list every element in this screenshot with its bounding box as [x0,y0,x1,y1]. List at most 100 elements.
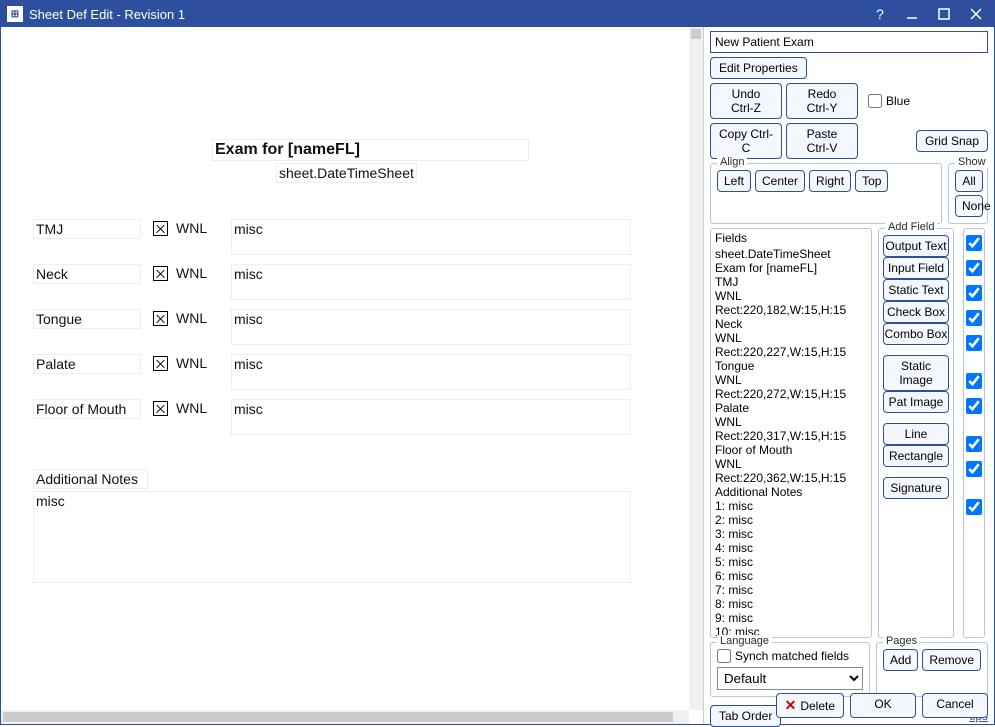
row-misc[interactable]: misc [231,264,631,300]
show-line-checkbox[interactable] [966,436,982,452]
copy-button[interactable]: Copy Ctrl-C [710,123,782,159]
vertical-scrollbar[interactable] [689,27,703,710]
show-output-text-checkbox[interactable] [966,235,982,251]
add-line-button[interactable]: Line [883,423,949,445]
show-pat-image-checkbox[interactable] [966,398,982,414]
fields-list-item[interactable]: WNL [715,373,867,387]
horizontal-scrollbar[interactable] [1,710,689,724]
fields-list-item[interactable]: WNL [715,457,867,471]
fields-list-item[interactable]: sheet.DateTimeSheet [715,247,867,261]
row-wnl[interactable]: WNL [174,399,209,417]
show-none-button[interactable]: None [955,195,983,217]
show-static-image-checkbox[interactable] [966,373,982,389]
row-checkbox[interactable] [153,401,168,416]
row-checkbox[interactable] [153,266,168,281]
row-label[interactable]: Tongue [33,309,141,329]
show-input-field-checkbox[interactable] [966,260,982,276]
add-signature-button[interactable]: Signature [883,477,949,499]
show-all-button[interactable]: All [955,170,983,192]
align-top-button[interactable]: Top [855,170,888,192]
show-signature-checkbox[interactable] [966,499,982,515]
fields-list-item[interactable]: 5: misc [715,555,867,569]
fields-list-item[interactable]: 4: misc [715,541,867,555]
delete-button[interactable]: ✕ Delete [776,693,844,718]
minimize-icon[interactable] [898,3,926,25]
add-pat-image-button[interactable]: Pat Image [883,391,949,413]
fields-list-item[interactable]: Rect:220,317,W:15,H:15 [715,429,867,443]
language-select[interactable]: Default [717,667,863,690]
fields-list-item[interactable]: Rect:220,182,W:15,H:15 [715,303,867,317]
fields-list-item[interactable]: Tongue [715,359,867,373]
fields-list-item[interactable]: TMJ [715,275,867,289]
add-input-field-button[interactable]: Input Field [883,257,949,279]
sync-fields-checkbox[interactable] [717,649,731,663]
row-checkbox[interactable] [153,311,168,326]
show-rectangle-checkbox[interactable] [966,461,982,477]
show-static-text-checkbox[interactable] [966,285,982,301]
add-static-image-button[interactable]: Static Image [883,355,949,391]
sheet-datetime[interactable]: sheet.DateTimeSheet [276,163,417,183]
row-label[interactable]: Neck [33,264,141,284]
notes-value[interactable]: misc [33,491,631,583]
fields-list-item[interactable]: 9: misc [715,611,867,625]
sheet-canvas[interactable]: Exam for [nameFL] sheet.DateTimeSheet TM… [7,31,689,710]
fields-list-item[interactable]: 2: misc [715,513,867,527]
fields-list-item[interactable]: 8: misc [715,597,867,611]
row-label[interactable]: Palate [33,354,141,374]
edit-properties-button[interactable]: Edit Properties [710,57,807,79]
row-checkbox[interactable] [153,356,168,371]
fields-list-item[interactable]: WNL [715,331,867,345]
align-center-button[interactable]: Center [755,170,805,192]
add-rectangle-button[interactable]: Rectangle [883,445,949,467]
fields-list-item[interactable]: 1: misc [715,499,867,513]
cancel-button[interactable]: Cancel [922,693,988,718]
fields-list-item[interactable]: Rect:220,272,W:15,H:15 [715,387,867,401]
blue-checkbox[interactable] [868,94,882,108]
add-combo-box-button[interactable]: Combo Box [883,323,949,345]
sheet-name-input[interactable]: New Patient Exam [710,31,988,53]
row-label[interactable]: TMJ [33,219,141,239]
fields-listbox[interactable]: Fields sheet.DateTimeSheetExam for [name… [710,228,872,638]
ok-button[interactable]: OK [850,693,916,718]
notes-label[interactable]: Additional Notes [33,469,148,489]
sheet-header[interactable]: Exam for [nameFL] [212,139,529,161]
align-right-button[interactable]: Right [809,170,851,192]
row-wnl[interactable]: WNL [174,309,209,327]
fields-list-item[interactable]: 6: misc [715,569,867,583]
fields-list-item[interactable]: Palate [715,401,867,415]
help-icon[interactable]: ? [866,3,894,25]
show-combo-box-checkbox[interactable] [966,335,982,351]
row-wnl[interactable]: WNL [174,219,209,237]
fields-list-item[interactable]: Floor of Mouth [715,443,867,457]
fields-list-item[interactable]: WNL [715,289,867,303]
paste-button[interactable]: Paste Ctrl-V [786,123,858,159]
row-wnl[interactable]: WNL [174,264,209,282]
row-checkbox[interactable] [153,221,168,236]
row-misc[interactable]: misc [231,219,631,255]
add-static-text-button[interactable]: Static Text [883,279,949,301]
row-misc[interactable]: misc [231,309,631,345]
redo-button[interactable]: Redo Ctrl-Y [786,83,858,119]
grid-snap-button[interactable]: Grid Snap [916,130,988,152]
fields-list-item[interactable]: Additional Notes [715,485,867,499]
row-misc[interactable]: misc [231,399,631,435]
row-label[interactable]: Floor of Mouth [33,399,141,419]
row-misc[interactable]: misc [231,354,631,390]
add-check-box-button[interactable]: Check Box [883,301,949,323]
show-check-box-checkbox[interactable] [966,310,982,326]
pages-add-button[interactable]: Add [883,649,918,671]
fields-list-item[interactable]: Rect:220,362,W:15,H:15 [715,471,867,485]
fields-list-item[interactable]: Neck [715,317,867,331]
row-wnl[interactable]: WNL [174,354,209,372]
fields-list-item[interactable]: 3: misc [715,527,867,541]
fields-list-item[interactable]: Rect:220,227,W:15,H:15 [715,345,867,359]
undo-button[interactable]: Undo Ctrl-Z [710,83,782,119]
fields-list-item[interactable]: 7: misc [715,583,867,597]
maximize-icon[interactable] [930,3,958,25]
add-output-text-button[interactable]: Output Text [883,235,949,257]
close-icon[interactable] [962,3,990,25]
fields-list-item[interactable]: Exam for [nameFL] [715,261,867,275]
pages-remove-button[interactable]: Remove [922,649,981,671]
fields-list-item[interactable]: WNL [715,415,867,429]
align-left-button[interactable]: Left [717,170,751,192]
